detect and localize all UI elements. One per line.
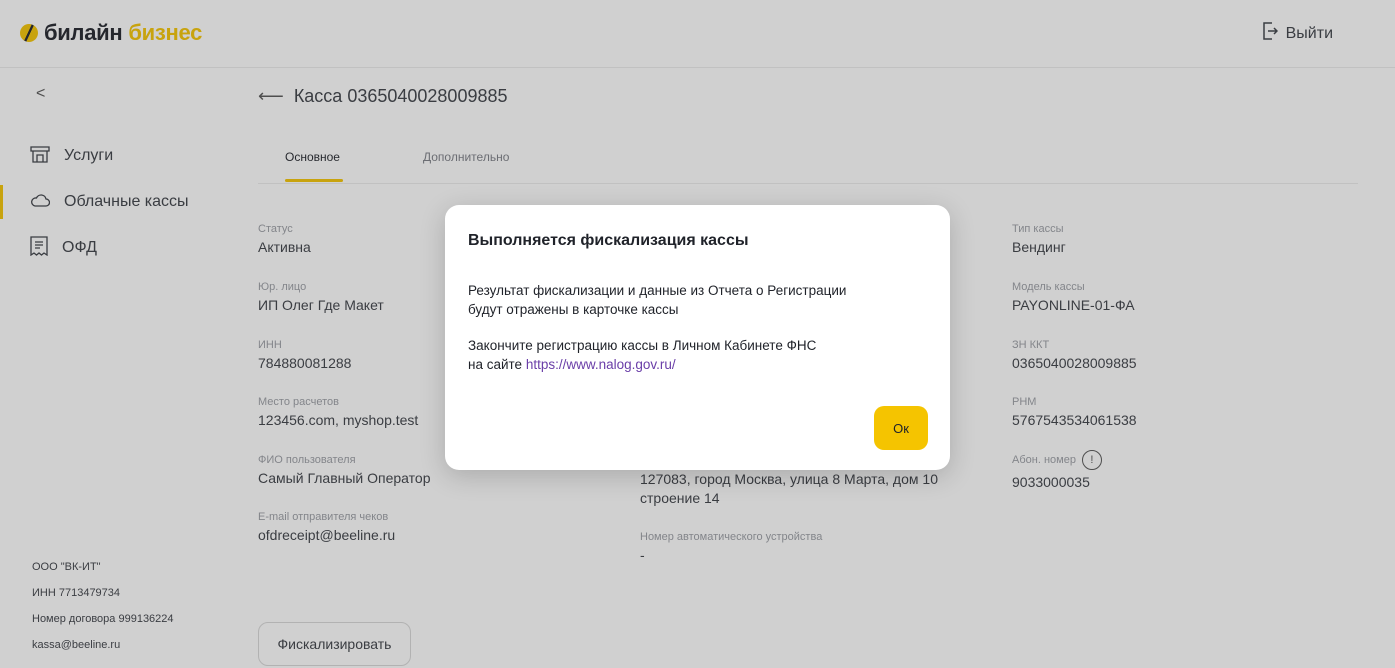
dialog-title: Выполняется фискализация кассы [468, 232, 749, 249]
dialog-text-prefix: на сайте [468, 357, 523, 372]
dialog-text-line: будут отражены в карточке кассы [468, 302, 679, 317]
dialog-result-text: Результат фискализации и данные из Отчет… [468, 281, 928, 319]
ok-button[interactable]: Ок [874, 406, 928, 450]
fiscalization-dialog: Выполняется фискализация кассы Результат… [445, 205, 950, 470]
dialog-text-line: Закончите регистрацию кассы в Личном Каб… [468, 338, 817, 353]
dialog-instruction-text: Закончите регистрацию кассы в Личном Каб… [468, 336, 928, 374]
nalog-link[interactable]: https://www.nalog.gov.ru/ [526, 357, 676, 372]
dialog-text-line: Результат фискализации и данные из Отчет… [468, 283, 847, 298]
